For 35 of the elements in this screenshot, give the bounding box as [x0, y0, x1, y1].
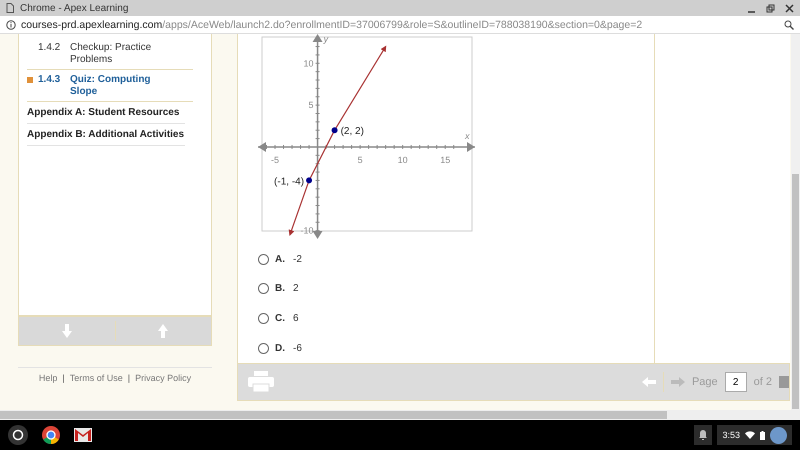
- option-letter: D.: [275, 342, 286, 354]
- outline-item[interactable]: 1.4.2 Checkup: Practice Problems: [27, 38, 193, 70]
- tick-label: -10: [300, 226, 314, 236]
- separator: |: [128, 373, 130, 383]
- option-value: -2: [293, 254, 302, 265]
- tick-label: 5: [308, 100, 314, 110]
- option-value: 2: [293, 283, 299, 294]
- status-area[interactable]: 3:53: [717, 425, 792, 445]
- axis-label: y: [324, 34, 328, 44]
- point-label: (-1, -4): [274, 176, 304, 188]
- tick-label: -5: [271, 154, 280, 165]
- option-value: 6: [293, 313, 299, 324]
- footer-link[interactable]: Terms of Use: [70, 373, 123, 383]
- point-label: (2, 2): [340, 126, 364, 138]
- option-letter: B.: [275, 283, 286, 294]
- footer-link[interactable]: Privacy Policy: [135, 373, 192, 383]
- separator: |: [62, 373, 65, 383]
- url-text[interactable]: courses-prd.apexlearning.com/apps/AceWeb/launch2.do?enrollmentID=37006799&role=S&outlineID=788038190&section=0&page=2: [21, 18, 642, 30]
- tick-label: 5: [358, 154, 363, 165]
- tick-label: 10: [398, 154, 408, 165]
- appendix-link[interactable]: Appendix A: Student Resources: [27, 103, 185, 124]
- page-total: of 2: [754, 376, 772, 388]
- appendix-link[interactable]: Appendix B: Additional Activities: [27, 125, 185, 146]
- footer-link[interactable]: Help: [38, 373, 58, 383]
- tick-label: 15: [440, 154, 450, 165]
- tick-label: 10: [304, 58, 314, 68]
- option-letter: C.: [275, 313, 286, 324]
- outline-item[interactable]: 1.4.3 Quiz: Computing Slope: [27, 70, 193, 102]
- page-number-field[interactable]: 2: [724, 372, 747, 392]
- option-letter: A.: [275, 254, 286, 265]
- option-value: -6: [293, 342, 302, 354]
- clock-time: 3:53: [722, 430, 740, 440]
- window-title: Chrome - Apex Learning: [20, 2, 128, 14]
- page-label: Page: [692, 376, 718, 388]
- axis-label: x: [465, 130, 470, 141]
